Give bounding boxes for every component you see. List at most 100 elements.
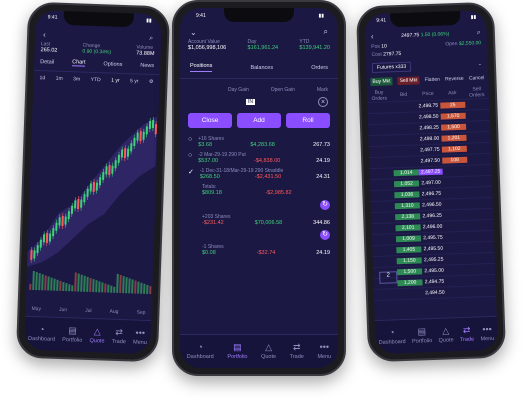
tab-positions[interactable]: Positions <box>190 63 213 72</box>
working-order-qty[interactable]: 2 <box>379 271 398 284</box>
buy-order-cell[interactable] <box>369 151 393 152</box>
range-1m[interactable]: 1m <box>56 76 63 82</box>
range-ytd[interactable]: YTD <box>91 77 101 83</box>
tab-orders[interactable]: Orders <box>311 65 328 71</box>
sell-order-cell[interactable] <box>469 225 493 226</box>
buy-order-cell[interactable] <box>370 173 394 174</box>
candle-body <box>139 131 142 142</box>
buy-order-cell[interactable] <box>370 195 394 196</box>
search-icon[interactable]: ⌕ <box>324 27 328 37</box>
sell-order-cell[interactable] <box>470 236 494 237</box>
range-5yr[interactable]: 5 yr <box>130 78 139 84</box>
chevron-down-icon[interactable]: ⌄ <box>190 28 197 37</box>
search-icon[interactable]: ⌕ <box>149 34 153 42</box>
list-item[interactable]: -1 Shares $0.08 -$32.74 24.19 <box>202 244 330 256</box>
buy-order-cell[interactable] <box>369 140 393 141</box>
day-value: Day $161,961.24 <box>247 39 279 51</box>
cancel-button[interactable]: Cancel <box>469 75 485 82</box>
buy-order-cell[interactable] <box>372 250 396 251</box>
tab-chart[interactable]: Chart <box>71 59 86 67</box>
sell-order-cell[interactable] <box>469 214 493 215</box>
roll-button[interactable]: Roll <box>286 113 330 128</box>
sell-order-cell[interactable] <box>471 280 495 281</box>
sell-order-cell[interactable] <box>465 104 489 105</box>
nav-trade[interactable]: ⇄ Trade <box>112 327 127 345</box>
sell-order-cell[interactable] <box>467 159 491 160</box>
nav-quote[interactable]: △ Quote <box>89 326 105 344</box>
buy-order-cell[interactable] <box>368 129 392 130</box>
tab-options[interactable]: Options <box>103 61 122 68</box>
nav-dashboard[interactable]: ◔ Dashboard <box>187 343 214 361</box>
sell-mkt-button[interactable]: Sell Mkt <box>397 76 420 86</box>
add-button[interactable]: Add <box>237 113 281 128</box>
range-1yr[interactable]: 1 yr <box>111 78 120 84</box>
candlestick-chart[interactable] <box>26 102 162 296</box>
buy-order-cell[interactable] <box>370 184 394 185</box>
tab-balances[interactable]: Balances <box>250 65 273 71</box>
nav-dashboard[interactable]: ◔ Dashboard <box>378 327 406 346</box>
sell-order-cell[interactable] <box>466 126 490 127</box>
nav-portfolio[interactable]: ▤ Portfolio <box>227 343 247 361</box>
buy-order-cell[interactable] <box>372 228 396 229</box>
range-1d[interactable]: 1d <box>39 75 45 81</box>
sell-order-cell[interactable] <box>468 203 492 204</box>
buy-order-cell[interactable] <box>374 294 398 295</box>
sell-order-cell[interactable] <box>468 192 492 193</box>
nav-menu[interactable]: ••• Menu <box>133 328 147 346</box>
ask-cell <box>445 237 469 238</box>
refresh-icon[interactable]: ↻ <box>320 200 330 210</box>
buy-order-cell[interactable] <box>369 162 393 163</box>
buy-order-cell[interactable] <box>371 217 395 218</box>
back-icon[interactable]: ‹ <box>371 32 374 41</box>
sell-order-cell[interactable] <box>471 269 495 270</box>
candle-body <box>80 199 83 208</box>
list-item[interactable]: ✓ -1 Dec-31-18/Mar-29-19 290 Straddle $2… <box>188 168 330 180</box>
sell-order-cell[interactable] <box>470 258 494 259</box>
buy-order-cell[interactable] <box>372 239 396 240</box>
sell-order-cell[interactable] <box>466 148 490 149</box>
back-icon[interactable]: ‹ <box>43 30 46 39</box>
candle-body <box>70 205 74 214</box>
radio-icon[interactable]: ○ <box>188 136 192 148</box>
buy-mkt-button[interactable]: Buy Mkt <box>370 77 393 87</box>
list-item[interactable]: ○ +16 Shares $3.68 $4,283.68 267.73 <box>188 136 330 148</box>
buy-order-cell[interactable] <box>368 118 392 119</box>
checkbox-checked-icon[interactable]: ✓ <box>188 168 194 180</box>
nav-quote[interactable]: △ Quote <box>261 343 276 361</box>
list-item[interactable]: ○ -2 Mar-29-19 290 Put $537.00 -$4,838.00… <box>188 152 330 164</box>
nav-portfolio[interactable]: ▤ Portfolio <box>412 326 432 344</box>
reverse-button[interactable]: Reverse <box>445 76 464 83</box>
list-item[interactable]: +203 Shares -$231.42 $70,006.58 344.86 <box>202 214 330 226</box>
sell-order-cell[interactable] <box>466 137 490 138</box>
buy-order-cell[interactable] <box>367 107 391 108</box>
sell-order-cell[interactable] <box>467 170 491 171</box>
nav-quote[interactable]: △ Quote <box>438 325 454 343</box>
buy-order-cell[interactable] <box>373 261 397 262</box>
account-select[interactable]: Futures x333 <box>371 61 412 73</box>
close-button[interactable]: Close <box>188 113 232 128</box>
nav-menu[interactable]: ••• Menu <box>480 324 494 342</box>
nav-menu[interactable]: ••• Menu <box>317 343 331 361</box>
sell-order-cell[interactable] <box>465 115 489 116</box>
settings-icon[interactable]: ⚙ <box>149 79 154 85</box>
sell-order-cell[interactable] <box>468 181 492 182</box>
tab-detail[interactable]: Detail <box>40 59 54 65</box>
search-icon[interactable]: ⌕ <box>477 29 481 37</box>
candle-body <box>136 132 139 141</box>
sell-order-cell[interactable] <box>471 291 495 292</box>
candle-body <box>117 154 120 163</box>
price-cell: 2,496.00 <box>422 223 443 231</box>
flatten-button[interactable]: Flatten <box>424 77 439 84</box>
nav-trade[interactable]: ⇄ Trade <box>290 343 304 361</box>
radio-icon[interactable]: ○ <box>188 152 192 164</box>
buy-order-cell[interactable] <box>371 206 395 207</box>
nav-dashboard[interactable]: ◔ Dashboard <box>28 324 55 343</box>
chevron-down-icon[interactable]: ⌄ <box>478 61 482 67</box>
range-3m[interactable]: 3m <box>73 76 80 82</box>
nav-trade[interactable]: ⇄ Trade <box>459 325 474 343</box>
refresh-icon[interactable]: ↻ <box>320 230 330 240</box>
sell-order-cell[interactable] <box>470 247 494 248</box>
nav-portfolio[interactable]: ▤ Portfolio <box>62 325 83 343</box>
tab-news[interactable]: News <box>140 62 154 68</box>
close-icon[interactable]: × <box>318 97 328 107</box>
